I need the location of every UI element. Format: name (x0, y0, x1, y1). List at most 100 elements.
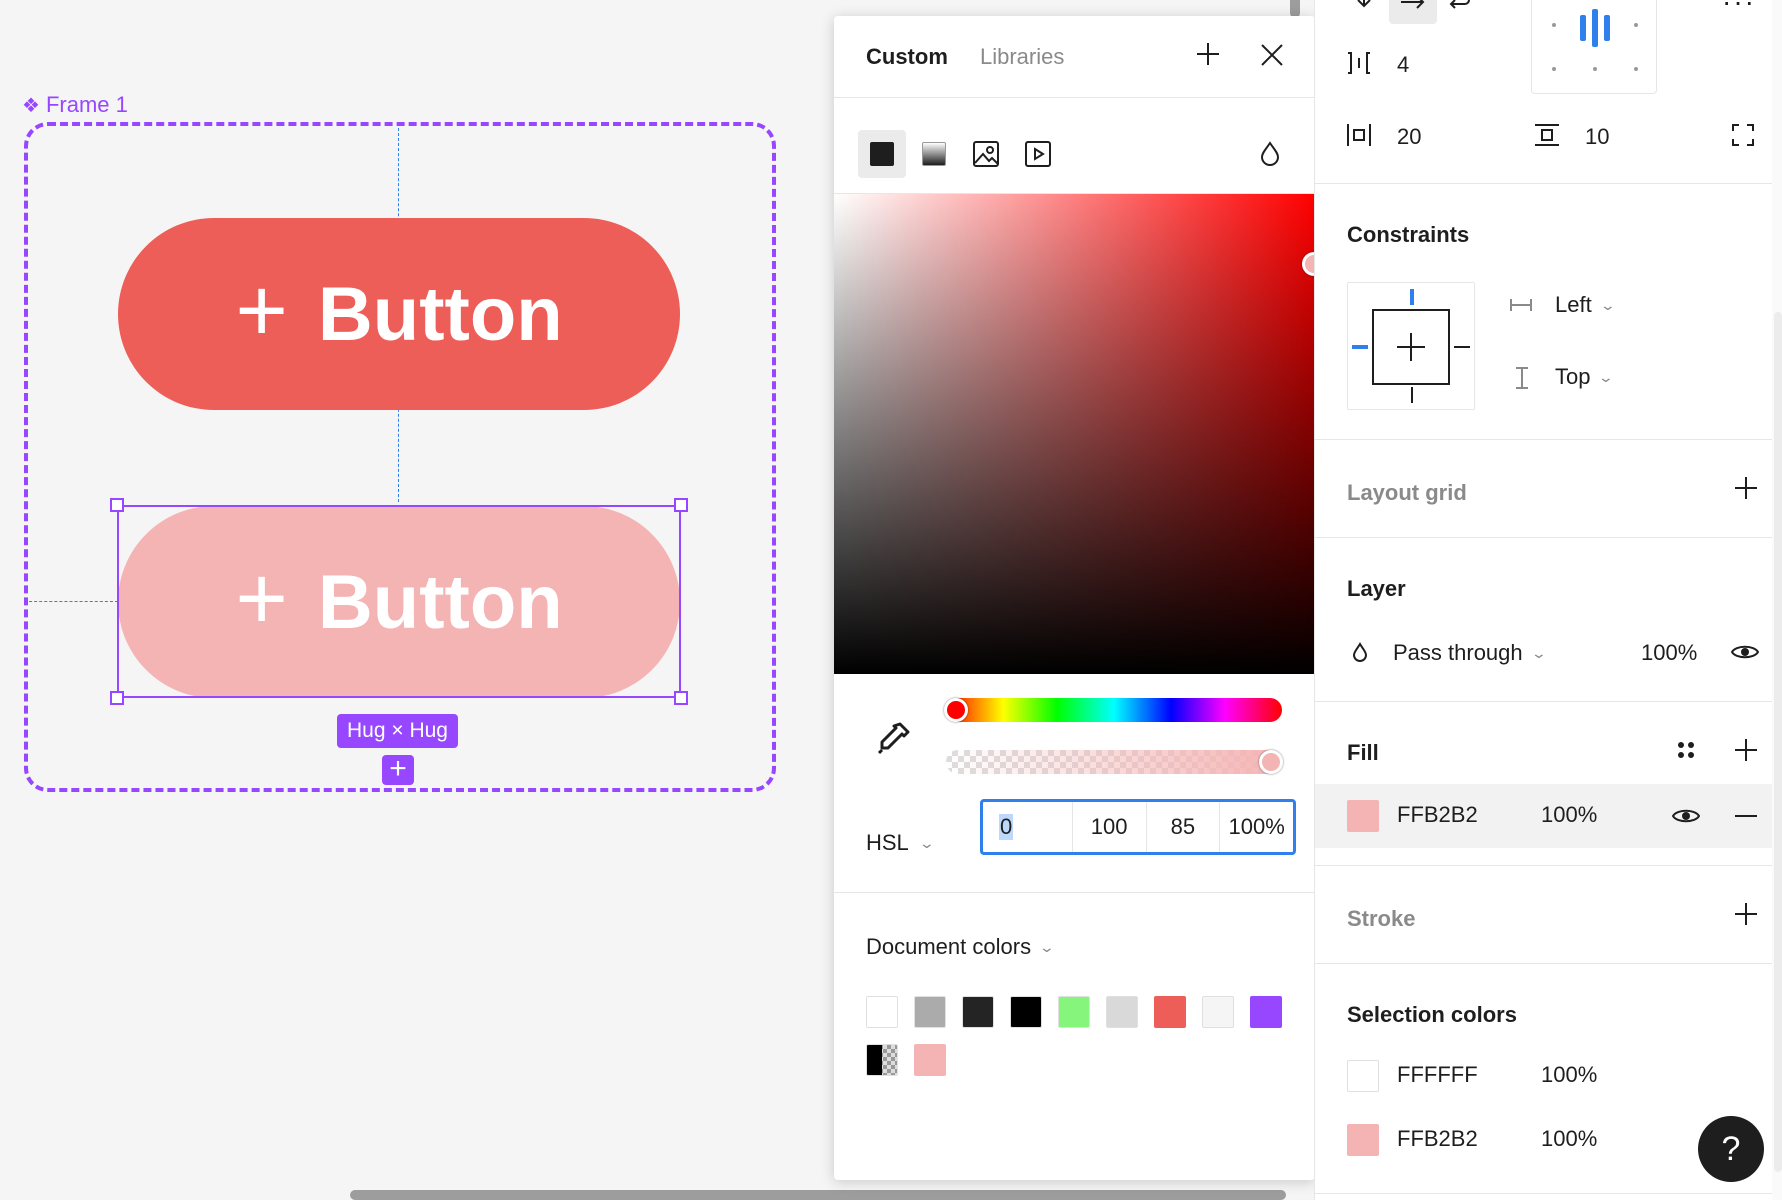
color-picker-popover: Custom Libraries HSL ⌄ 0 100 85 100% Doc… (834, 16, 1315, 1180)
add-layout-grid-icon[interactable] (1734, 476, 1758, 506)
document-color-swatch[interactable] (1202, 996, 1234, 1028)
vertical-constraint-icon (1515, 366, 1529, 395)
horizontal-constraint-dropdown[interactable]: Left ⌄ (1555, 292, 1616, 318)
panel-scrollbar[interactable] (1774, 312, 1782, 1172)
fill-type-bar (834, 98, 1315, 194)
resize-handle-bottom-right[interactable] (674, 691, 688, 705)
independent-padding-icon[interactable] (1730, 122, 1756, 153)
constraint-bottom[interactable] (1411, 387, 1413, 403)
horizontal-scrollbar[interactable] (350, 1190, 1286, 1200)
stroke-title: Stroke (1347, 906, 1416, 931)
fill-row[interactable]: FFB2B2 100% (1315, 784, 1773, 848)
image-fill-icon[interactable] (962, 130, 1010, 178)
frame-label[interactable]: ❖ Frame 1 (22, 92, 128, 118)
resize-handle-bottom-left[interactable] (110, 691, 124, 705)
layer-opacity-value[interactable]: 100% (1641, 640, 1697, 666)
opacity-slider[interactable] (946, 750, 1282, 774)
vertical-padding-icon (1533, 122, 1561, 153)
layout-grid-section: Layout grid (1315, 440, 1782, 538)
eye-icon[interactable] (1671, 806, 1701, 831)
close-icon[interactable] (1254, 38, 1290, 74)
vertical-constraint-dropdown[interactable]: Top ⌄ (1555, 364, 1615, 390)
horizontal-padding-value[interactable]: 20 (1397, 124, 1421, 150)
selection-color-swatch[interactable] (1347, 1124, 1379, 1156)
fill-opacity[interactable]: 100% (1541, 802, 1597, 828)
vertical-constraint-value: Top (1555, 364, 1591, 389)
size-badge: Hug × Hug (337, 714, 458, 748)
document-color-swatch[interactable] (866, 1044, 898, 1076)
lightness-field[interactable]: 85 (1147, 802, 1221, 852)
document-colors-dropdown[interactable]: Document colors ⌄ (866, 934, 1055, 960)
add-item-button[interactable]: + (382, 754, 414, 785)
fill-swatch[interactable] (1347, 800, 1379, 832)
tab-custom[interactable]: Custom (866, 44, 948, 70)
add-style-icon[interactable] (1190, 38, 1226, 74)
add-stroke-icon[interactable] (1734, 902, 1758, 932)
selection-color-opacity: 100% (1541, 1126, 1598, 1151)
horizontal-padding-icon (1345, 122, 1373, 153)
saturation-lightness-area[interactable] (834, 194, 1315, 674)
auto-layout-section: 4 ··· 20 10 (1315, 0, 1782, 184)
hsl-inputs: 0 100 85 100% (980, 799, 1296, 855)
selection-box[interactable] (117, 505, 681, 698)
blend-mode-icon[interactable] (1246, 130, 1294, 178)
color-mode-label: HSL (866, 830, 909, 855)
constraint-right[interactable] (1454, 346, 1470, 348)
document-color-swatch[interactable] (1250, 996, 1282, 1028)
document-color-swatch[interactable] (1106, 996, 1138, 1028)
eyedropper-icon[interactable] (874, 718, 914, 758)
remove-fill-icon[interactable] (1735, 815, 1757, 817)
direction-right-button[interactable] (1389, 0, 1437, 24)
fill-section: Fill FFB2B2 100% (1315, 702, 1782, 866)
color-mode-dropdown[interactable]: HSL ⌄ (866, 830, 935, 856)
resize-handle-top-left[interactable] (110, 498, 124, 512)
constraints-widget[interactable] (1347, 282, 1475, 410)
selection-color-swatch[interactable] (1347, 1060, 1379, 1092)
help-button[interactable]: ? (1698, 1116, 1764, 1182)
selection-color-hex[interactable]: FFB2B2 (1397, 1126, 1478, 1152)
blend-mode-dropdown[interactable]: Pass through ⌄ (1393, 640, 1547, 666)
component-icon: ❖ (22, 94, 40, 117)
selection-color-opacity: 100% (1541, 1062, 1598, 1087)
picker-header: Custom Libraries (834, 16, 1315, 98)
eye-icon[interactable] (1730, 642, 1760, 667)
gap-value[interactable]: 4 (1397, 52, 1409, 78)
hue-slider[interactable] (946, 698, 1282, 722)
alignment-grid[interactable] (1531, 0, 1657, 94)
blend-mode-value: Pass through (1393, 640, 1523, 665)
selection-colors-title: Selection colors (1347, 1002, 1517, 1027)
hue-field[interactable]: 0 (983, 802, 1073, 852)
constraint-top-active[interactable] (1410, 289, 1414, 305)
spacing-guide-horizontal (24, 601, 118, 602)
document-color-swatch[interactable] (1010, 996, 1042, 1028)
wrap-icon[interactable] (1445, 0, 1471, 19)
document-color-swatch[interactable] (1154, 996, 1186, 1028)
document-color-swatch[interactable] (866, 996, 898, 1028)
opacity-slider-handle[interactable] (1259, 750, 1283, 774)
resize-handle-top-right[interactable] (674, 498, 688, 512)
document-color-swatch[interactable] (1058, 996, 1090, 1028)
gap-icon (1345, 50, 1373, 81)
direction-down-icon[interactable] (1353, 0, 1375, 19)
properties-panel: 4 ··· 20 10 Constraints Left ⌄ Top ⌄ Lay… (1314, 0, 1782, 1200)
add-fill-icon[interactable] (1734, 738, 1758, 768)
hue-slider-handle[interactable] (944, 698, 968, 722)
tab-libraries[interactable]: Libraries (980, 44, 1064, 70)
solid-fill-icon[interactable] (858, 130, 906, 178)
constraint-left-active[interactable] (1352, 345, 1368, 349)
document-color-swatch[interactable] (914, 996, 946, 1028)
layer-title: Layer (1347, 576, 1406, 601)
document-color-swatch[interactable] (914, 1044, 946, 1076)
document-color-swatch[interactable] (962, 996, 994, 1028)
button-component-red[interactable]: + Button (118, 218, 680, 410)
gradient-fill-icon[interactable] (910, 130, 958, 178)
style-icon[interactable] (1676, 740, 1696, 765)
fill-hex[interactable]: FFB2B2 (1397, 802, 1478, 828)
document-colors-label: Document colors (866, 934, 1032, 959)
vertical-padding-value[interactable]: 10 (1585, 124, 1609, 150)
video-fill-icon[interactable] (1014, 130, 1062, 178)
selection-color-hex[interactable]: FFFFFF (1397, 1062, 1478, 1088)
alpha-field[interactable]: 100% (1220, 802, 1293, 852)
saturation-field[interactable]: 100 (1073, 802, 1147, 852)
more-options-icon[interactable]: ··· (1722, 0, 1756, 18)
